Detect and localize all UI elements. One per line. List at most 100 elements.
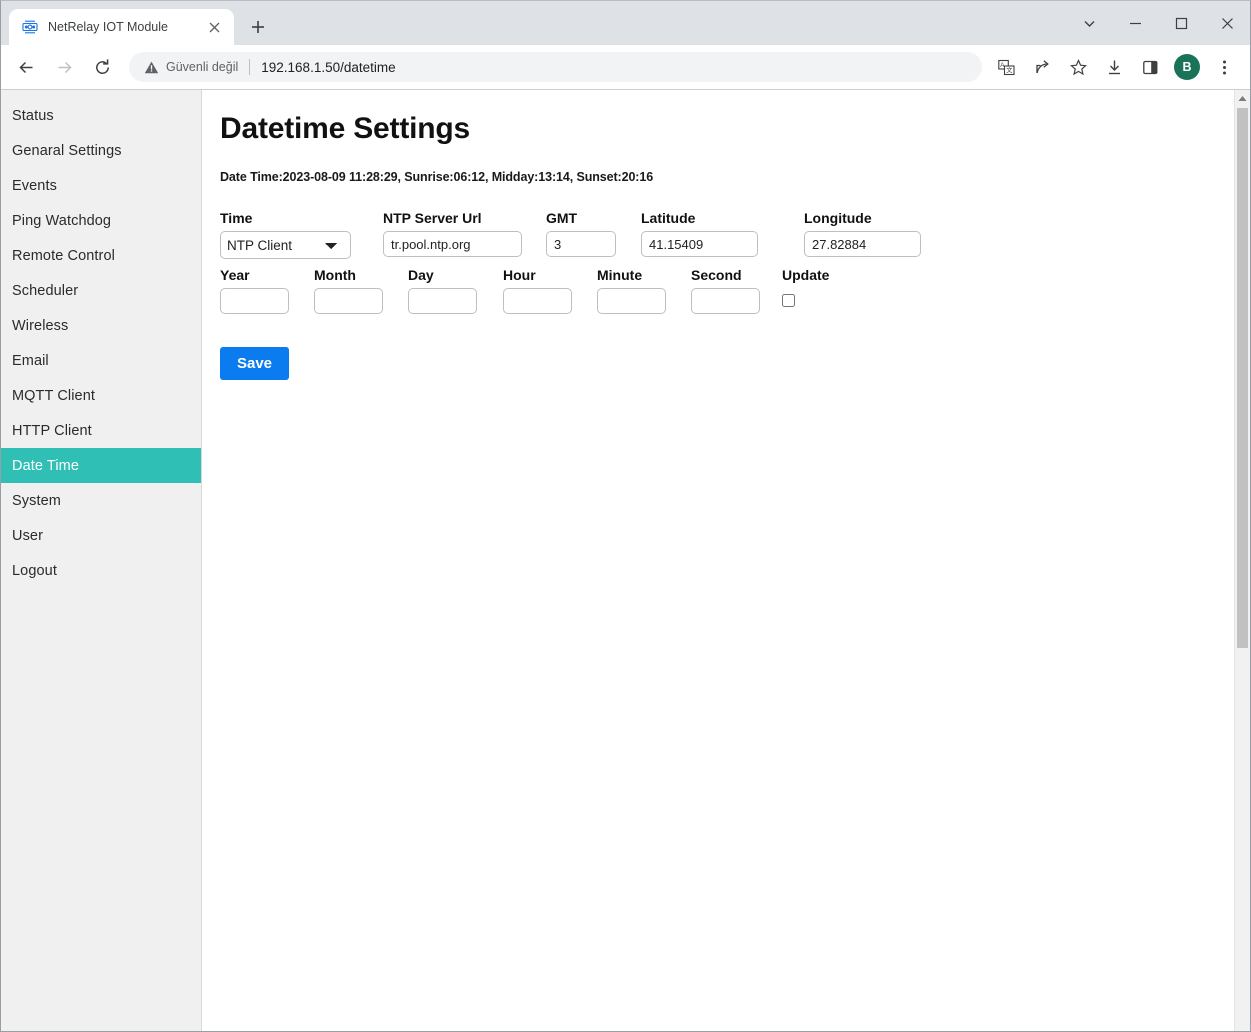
month-label: Month	[314, 267, 408, 283]
field-year: Year	[220, 267, 314, 314]
field-minute: Minute	[597, 267, 691, 314]
sidebar-item-label: Date Time	[12, 458, 79, 474]
translate-icon[interactable]: A 文	[991, 52, 1021, 82]
longitude-input[interactable]	[804, 231, 921, 257]
browser-tab[interactable]: NetRelay IOT Module	[9, 9, 234, 45]
tab-search-button[interactable]	[1066, 1, 1112, 45]
month-input[interactable]	[314, 288, 383, 314]
share-icon[interactable]	[1027, 52, 1057, 82]
form-row-2: Year Month Day Hour	[220, 267, 1234, 314]
main-content: Datetime Settings Date Time:2023-08-09 1…	[202, 90, 1234, 1031]
year-input[interactable]	[220, 288, 289, 314]
minute-label: Minute	[597, 267, 691, 283]
browser-window: NetRelay IOT Module	[0, 0, 1251, 1032]
sidebar-item-http-client[interactable]: HTTP Client	[1, 413, 201, 448]
sidebar-item-label: Status	[12, 108, 54, 124]
warning-triangle-icon	[143, 59, 159, 75]
update-checkbox[interactable]	[782, 294, 795, 307]
star-icon[interactable]	[1063, 52, 1093, 82]
gmt-input[interactable]	[546, 231, 616, 257]
omnibox-divider	[249, 59, 250, 75]
field-update: Update	[782, 267, 829, 307]
minimize-button[interactable]	[1112, 1, 1158, 45]
second-input[interactable]	[691, 288, 760, 314]
window-controls	[1066, 1, 1250, 45]
sidebar-item-label: HTTP Client	[12, 423, 92, 439]
field-longitude: Longitude	[804, 210, 967, 257]
datetime-settings-form: Time NTP Client NTP Server Url GMT	[220, 210, 1234, 380]
sidebar-item-label: Logout	[12, 563, 57, 579]
field-month: Month	[314, 267, 408, 314]
address-bar[interactable]: Güvenli değil 192.168.1.50/datetime	[129, 52, 982, 82]
field-latitude: Latitude	[641, 210, 804, 257]
field-gmt: GMT	[546, 210, 641, 257]
sidebar-item-system[interactable]: System	[1, 483, 201, 518]
sidebar-item-date-time[interactable]: Date Time	[1, 448, 201, 483]
second-label: Second	[691, 267, 782, 283]
sidebar-item-label: Email	[12, 353, 49, 369]
sidebar-item-status[interactable]: Status	[1, 98, 201, 133]
scroll-up-arrow-icon[interactable]	[1235, 90, 1251, 107]
sidebar-item-label: Remote Control	[12, 248, 115, 264]
url-text: 192.168.1.50/datetime	[261, 60, 395, 75]
new-tab-button[interactable]	[243, 12, 273, 42]
sidebar-item-label: Events	[12, 178, 57, 194]
security-label: Güvenli değil	[166, 60, 238, 74]
longitude-label: Longitude	[804, 210, 967, 226]
sidebar-item-label: System	[12, 493, 61, 509]
window-close-button[interactable]	[1204, 1, 1250, 45]
reload-button[interactable]	[86, 51, 118, 83]
latitude-label: Latitude	[641, 210, 804, 226]
maximize-button[interactable]	[1158, 1, 1204, 45]
year-label: Year	[220, 267, 314, 283]
sidebar-item-events[interactable]: Events	[1, 168, 201, 203]
sidebar-item-label: Ping Watchdog	[12, 213, 111, 229]
sidebar-item-ping-watchdog[interactable]: Ping Watchdog	[1, 203, 201, 238]
gmt-label: GMT	[546, 210, 641, 226]
toolbar-actions: A 文	[988, 52, 1242, 82]
sidebar-item-logout[interactable]: Logout	[1, 553, 201, 588]
sidebar-item-mqtt-client[interactable]: MQTT Client	[1, 378, 201, 413]
page-title: Datetime Settings	[220, 112, 1234, 146]
tab-close-icon[interactable]	[204, 17, 224, 37]
tab-title: NetRelay IOT Module	[48, 20, 204, 34]
page-scrollbar[interactable]	[1234, 90, 1250, 1031]
scrollbar-thumb[interactable]	[1237, 108, 1248, 648]
security-status[interactable]: Güvenli değil	[143, 59, 238, 75]
sidebar-item-wireless[interactable]: Wireless	[1, 308, 201, 343]
sidebar-item-general-settings[interactable]: Genaral Settings	[1, 133, 201, 168]
field-day: Day	[408, 267, 503, 314]
download-icon[interactable]	[1099, 52, 1129, 82]
minute-input[interactable]	[597, 288, 666, 314]
sidebar-item-label: Genaral Settings	[12, 143, 122, 159]
browser-toolbar: Güvenli değil 192.168.1.50/datetime A 文	[1, 45, 1250, 89]
datetime-status-line: Date Time:2023-08-09 11:28:29, Sunrise:0…	[220, 170, 1234, 184]
sidebar-item-user[interactable]: User	[1, 518, 201, 553]
side-panel-icon[interactable]	[1135, 52, 1165, 82]
avatar[interactable]: B	[1174, 54, 1200, 80]
hour-input[interactable]	[503, 288, 572, 314]
update-label: Update	[782, 267, 829, 283]
time-select[interactable]: NTP Client	[220, 231, 351, 259]
hour-label: Hour	[503, 267, 597, 283]
sidebar-item-scheduler[interactable]: Scheduler	[1, 273, 201, 308]
forward-button[interactable]	[48, 51, 80, 83]
ntp-server-url-input[interactable]	[383, 231, 522, 257]
sidebar-item-label: MQTT Client	[12, 388, 95, 404]
save-button[interactable]: Save	[220, 347, 289, 380]
field-hour: Hour	[503, 267, 597, 314]
latitude-input[interactable]	[641, 231, 758, 257]
day-input[interactable]	[408, 288, 477, 314]
three-dot-menu-icon[interactable]	[1209, 52, 1239, 82]
sidebar-item-label: Scheduler	[12, 283, 78, 299]
field-second: Second	[691, 267, 782, 314]
sidebar-nav: Status Genaral Settings Events Ping Watc…	[1, 90, 202, 1031]
ntp-server-url-label: NTP Server Url	[383, 210, 546, 226]
sidebar-item-email[interactable]: Email	[1, 343, 201, 378]
field-time: Time NTP Client	[220, 210, 383, 259]
page-viewport: Status Genaral Settings Events Ping Watc…	[1, 89, 1250, 1031]
back-button[interactable]	[10, 51, 42, 83]
sidebar-item-remote-control[interactable]: Remote Control	[1, 238, 201, 273]
time-label: Time	[220, 210, 383, 226]
iot-logo-icon	[21, 19, 38, 36]
